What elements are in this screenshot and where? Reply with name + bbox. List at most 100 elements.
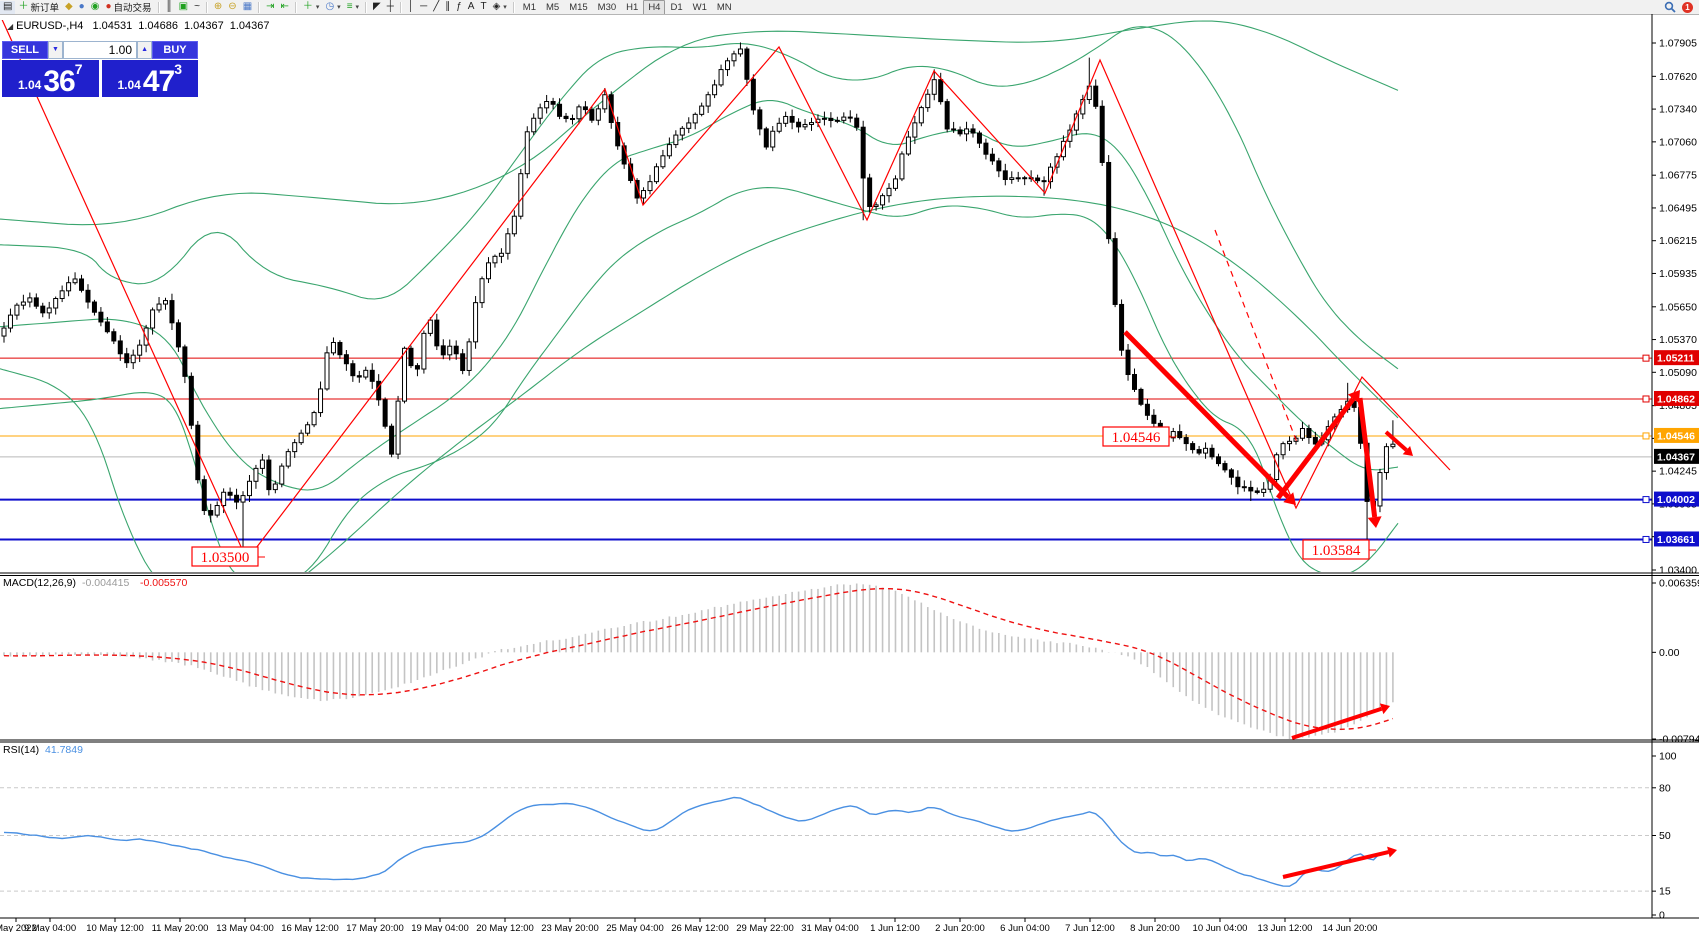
candle-chart-button[interactable]: ▣ xyxy=(176,1,191,14)
sell-price-main: 1.04 xyxy=(18,75,41,95)
bar-chart-button[interactable]: ║ xyxy=(163,1,176,14)
indicators-button[interactable]: ＋▾ xyxy=(300,1,323,14)
zoom-out-button[interactable]: ⊖ xyxy=(225,1,239,14)
svg-text:100: 100 xyxy=(1659,751,1677,763)
trend-annotations[interactable] xyxy=(0,15,1450,560)
signal-icon[interactable]: ◉ xyxy=(88,1,103,14)
svg-text:1.04546: 1.04546 xyxy=(1657,430,1695,442)
volume-input[interactable] xyxy=(63,41,137,59)
one-click-trading-panel: SELL ▼ ▲ BUY 1.04 36 7 1.04 47 3 xyxy=(2,41,198,97)
svg-text:1.04002: 1.04002 xyxy=(1657,494,1695,506)
bar-open: 1.04531 xyxy=(92,20,132,32)
svg-text:0: 0 xyxy=(1659,910,1665,922)
svg-text:29 May 22:00: 29 May 22:00 xyxy=(736,923,794,932)
line-chart-button[interactable]: ~ xyxy=(191,1,203,14)
hline-tool[interactable]: ─ xyxy=(417,1,430,14)
svg-text:19 May 04:00: 19 May 04:00 xyxy=(411,923,469,932)
svg-text:11 May 20:00: 11 May 20:00 xyxy=(152,923,209,932)
buy-price-big: 47 xyxy=(143,69,174,95)
svg-text:15: 15 xyxy=(1659,886,1671,898)
buy-price-display[interactable]: 1.04 47 3 xyxy=(102,60,199,97)
svg-text:25 May 04:00: 25 May 04:00 xyxy=(606,923,664,932)
svg-text:80: 80 xyxy=(1659,782,1671,794)
tab-tf-m1[interactable]: M1 xyxy=(518,1,541,14)
chart-area[interactable]: 1.045461.035841.03500 1.079051.076201.073… xyxy=(0,14,1699,932)
svg-text:1.06495: 1.06495 xyxy=(1659,202,1697,214)
crosshair-tool[interactable]: ┼ xyxy=(384,1,397,14)
auto-scroll-button[interactable]: ⇥ xyxy=(263,1,277,14)
svg-text:1.03661: 1.03661 xyxy=(1657,534,1695,546)
bollinger-bands xyxy=(0,21,1398,604)
buy-button[interactable]: BUY xyxy=(152,41,198,59)
macd-pane xyxy=(4,584,1393,739)
symbol-info-row: ◢EURUSD-,H4 1.045311.046861.043671.04367 xyxy=(7,20,276,32)
cursor-tool[interactable]: ◤ xyxy=(370,1,384,14)
shapes-tool[interactable]: ◈▾ xyxy=(490,1,510,14)
trendline-tool[interactable]: ╱ xyxy=(430,1,442,14)
tab-tf-m15[interactable]: M15 xyxy=(564,1,592,14)
buy-price-main: 1.04 xyxy=(117,75,140,95)
tab-tf-m5[interactable]: M5 xyxy=(541,1,564,14)
tab-tf-w1[interactable]: W1 xyxy=(688,1,712,14)
autotrade-label: 自动交易 xyxy=(114,0,152,14)
svg-text:-0.005570: -0.005570 xyxy=(140,577,187,589)
templates-button[interactable]: ≡▾ xyxy=(344,1,362,14)
rsi-pane xyxy=(0,788,1652,891)
svg-text:1.06775: 1.06775 xyxy=(1659,170,1697,182)
svg-text:20 May 12:00: 20 May 12:00 xyxy=(476,923,534,932)
sell-price-big: 36 xyxy=(43,69,74,95)
new-order-button[interactable]: ＋ 新订单 xyxy=(15,1,62,14)
volume-up-button[interactable]: ▲ xyxy=(137,41,152,59)
svg-text:1.05090: 1.05090 xyxy=(1659,367,1697,379)
svg-text:50: 50 xyxy=(1659,830,1671,842)
autotrade-button[interactable]: ● 自动交易 xyxy=(102,1,154,14)
rsi-axis: 100 80 50 15 0 xyxy=(1652,751,1677,922)
tab-tf-m30[interactable]: M30 xyxy=(593,1,621,14)
bar-close: 1.04367 xyxy=(230,20,270,32)
zoom-in-button[interactable]: ⊕ xyxy=(211,1,225,14)
chart-shift-button[interactable]: ⇤ xyxy=(278,1,292,14)
svg-text:41.7849: 41.7849 xyxy=(45,744,83,756)
channel-tool[interactable]: ∥ xyxy=(442,1,453,14)
toolbar: ▤ ＋ 新订单 ◆ ● ◉ ● 自动交易 ║ ▣ ~ ⊕ ⊖ ▦ ⇥ ⇤ ＋▾ … xyxy=(0,0,1699,15)
rsi-arrow[interactable] xyxy=(1283,847,1397,877)
tile-windows-button[interactable]: ▦ xyxy=(240,1,255,14)
vline-tool[interactable]: │ xyxy=(405,1,417,14)
svg-text:1.05211: 1.05211 xyxy=(1657,353,1695,365)
tab-tf-d1[interactable]: D1 xyxy=(665,1,687,14)
time-axis[interactable]: May 20229 May 04:0010 May 12:0011 May 20… xyxy=(0,918,1377,932)
toolbar-separator xyxy=(258,2,260,13)
svg-text:-0.007949: -0.007949 xyxy=(1659,734,1699,746)
tab-tf-h1[interactable]: H1 xyxy=(621,1,643,14)
svg-text:0.00: 0.00 xyxy=(1659,647,1680,659)
svg-text:14 Jun 20:00: 14 Jun 20:00 xyxy=(1323,923,1378,932)
window-icon: ▤ xyxy=(0,1,15,14)
label-tool[interactable]: T xyxy=(477,1,489,14)
svg-text:1.04546: 1.04546 xyxy=(1112,430,1161,446)
svg-text:7 Jun 12:00: 7 Jun 12:00 xyxy=(1065,923,1115,932)
price-label-boxes[interactable]: 1.045461.035841.03500 xyxy=(192,427,1376,566)
new-order-icon: ＋ xyxy=(18,2,28,12)
tab-tf-mn[interactable]: MN xyxy=(712,1,737,14)
svg-text:6 Jun 04:00: 6 Jun 04:00 xyxy=(1000,923,1050,932)
profile-icon[interactable]: ● xyxy=(76,1,88,14)
volume-down-button[interactable]: ▼ xyxy=(48,41,63,59)
notification-badge[interactable]: 1 xyxy=(1682,2,1693,13)
toolbar-separator xyxy=(365,2,367,13)
sell-button[interactable]: SELL xyxy=(2,41,48,59)
svg-text:10 May 12:00: 10 May 12:00 xyxy=(86,923,144,932)
buy-price-sup: 3 xyxy=(174,61,182,77)
svg-text:1.05370: 1.05370 xyxy=(1659,334,1697,346)
svg-text:1.07340: 1.07340 xyxy=(1659,104,1697,116)
tab-tf-h4[interactable]: H4 xyxy=(643,0,665,15)
fibonacci-tool[interactable]: ƒ xyxy=(453,1,465,14)
svg-text:13 May 04:00: 13 May 04:00 xyxy=(216,923,274,932)
brush-icon[interactable]: ◆ xyxy=(62,1,76,14)
search-icon[interactable] xyxy=(1664,1,1676,13)
price-axis[interactable]: 1.079051.076201.073401.070601.067751.064… xyxy=(1643,14,1699,918)
sell-price-display[interactable]: 1.04 36 7 xyxy=(2,60,99,97)
svg-text:8 Jun 20:00: 8 Jun 20:00 xyxy=(1130,923,1180,932)
svg-text:17 May 20:00: 17 May 20:00 xyxy=(346,923,404,932)
periods-button[interactable]: ◷▾ xyxy=(322,1,343,14)
text-tool[interactable]: A xyxy=(465,1,478,14)
